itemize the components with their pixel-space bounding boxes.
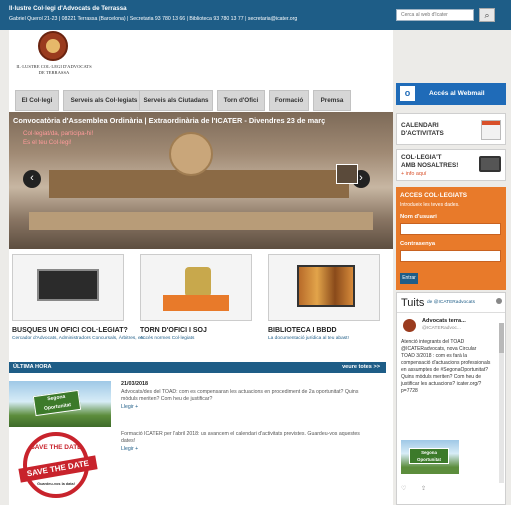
- share-icon[interactable]: ⇪: [421, 485, 426, 492]
- card-title-biblioteca[interactable]: BIBLIOTECA I BBDD: [268, 327, 337, 334]
- tab-el-collegi[interactable]: El Col·legi: [15, 90, 59, 111]
- card-sub-biblioteca: La documentació jurídica al teu abast!: [268, 336, 349, 341]
- login-title: ACCES COL·LEGIATS: [400, 192, 467, 199]
- news-date: 21/03/2018: [121, 381, 148, 387]
- join-more-link[interactable]: + info aquí: [401, 170, 426, 178]
- see-all-link[interactable]: veure totes >>: [342, 364, 380, 370]
- tweet-author[interactable]: Advocats terra...: [422, 318, 466, 324]
- stamp-bottom-text: Guardeu-vos la data!: [37, 482, 75, 486]
- tab-torn-ofici[interactable]: Torn d'Ofici: [217, 90, 265, 111]
- tab-formacio[interactable]: Formació: [269, 90, 309, 111]
- stamp-top-text: SAVE THE DATE: [30, 444, 82, 451]
- join-box[interactable]: COL·LEGIA'T AMB NOSALTRES! + info aquí: [396, 149, 506, 181]
- top-bar: Il·lustre Col·legi d'Advocats de Terrass…: [0, 0, 511, 30]
- college-logo[interactable]: [38, 31, 68, 61]
- org-name: Il·lustre Col·legi d'Advocats de Terrass…: [9, 5, 127, 12]
- prev-slide-button[interactable]: ‹: [23, 170, 41, 188]
- username-input[interactable]: [400, 223, 501, 235]
- tweets-title: Tuits: [401, 297, 425, 309]
- news-text-1: Advocats/des del TOAD: com es compensara…: [121, 389, 359, 402]
- news-image-segona-oportunitat[interactable]: Segona Oportunitat: [9, 381, 111, 427]
- card-sub-torn: Accés normes Col·legiats: [140, 336, 195, 341]
- password-input[interactable]: [400, 250, 501, 262]
- page: Il·lustre Col·legi d'Advocats de Terrass…: [0, 0, 511, 505]
- card-title-ofici[interactable]: BUSQUES UN OFICI COL·LEGIAT?: [12, 327, 128, 334]
- tab-serveis-collegiats[interactable]: Serveis als Col·legiats: [63, 90, 145, 111]
- tweet-text: Atenció integrants del TOAD @ICATERadvoc…: [401, 339, 491, 394]
- news-readmore-2[interactable]: Llegir +: [121, 446, 138, 452]
- books-icon: [297, 265, 355, 307]
- join-line2: AMB NOSALTRES!: [401, 162, 459, 169]
- calendar-label: CALENDARI D'ACTIVITATS: [401, 122, 444, 137]
- ultima-hora-header: ÚLTIMA HORA veure totes >>: [9, 362, 386, 373]
- login-box: ACCES COL·LEGIATS Introdueix les teves d…: [396, 187, 506, 290]
- news-image-save-the-date[interactable]: SAVE THE DATE SAVE THE DATE Guardeu-vos …: [9, 430, 111, 502]
- laptop-icon: [37, 269, 99, 301]
- folder-icon: [163, 295, 229, 311]
- tab-premsa[interactable]: Premsa: [313, 90, 351, 111]
- slide-subtitle-2: Es el teu Col·legi!: [23, 139, 72, 146]
- hero-slider[interactable]: Convocatòria d'Assemblea Ordinària | Ext…: [9, 112, 393, 249]
- laptop-icon: [479, 156, 501, 172]
- login-subtitle: Introdueix les teves dades.: [400, 202, 460, 208]
- username-label: Nom d'usuari: [400, 214, 437, 220]
- ultima-hora-title: ÚLTIMA HORA: [13, 364, 52, 370]
- card-image-torn[interactable]: [140, 254, 252, 321]
- magnifier-icon: ⌕: [484, 10, 490, 20]
- slide-image-seats: [29, 212, 373, 230]
- card-image-ofici[interactable]: [12, 254, 124, 321]
- divider: [397, 312, 505, 313]
- padlock-icon: [185, 267, 211, 297]
- login-button[interactable]: Entrar: [400, 273, 418, 284]
- webmail-label: Accés al Webmail: [429, 90, 485, 97]
- card-sub-ofici: Cercador d'Advocats, Administradors Conc…: [12, 336, 146, 341]
- slide-title[interactable]: Convocatòria d'Assemblea Ordinària | Ext…: [13, 116, 325, 125]
- join-line1: COL·LEGIA'T: [401, 154, 442, 161]
- news-text-2: Formació ICATER per l'abril 2018: us ava…: [121, 431, 360, 444]
- avatar[interactable]: [403, 319, 416, 332]
- search-button[interactable]: ⌕: [479, 8, 495, 22]
- info-icon[interactable]: [496, 298, 502, 304]
- card-title-torn[interactable]: TORN D'OFICI I SOJ: [140, 327, 207, 334]
- calendar-icon: [481, 120, 501, 140]
- calendar-box[interactable]: CALENDARI D'ACTIVITATS: [396, 113, 506, 145]
- logo-text-line1: IL·LUSTRE COL·LEGI D'ADVOCATS: [16, 64, 92, 69]
- search-input[interactable]: [396, 9, 474, 21]
- outlook-icon: o: [400, 86, 415, 101]
- news-readmore-1[interactable]: Llegir +: [121, 404, 138, 410]
- scrollbar-thumb[interactable]: [499, 323, 504, 353]
- chevron-right-icon: ›: [359, 172, 363, 184]
- slide-thumbnail[interactable]: [336, 164, 358, 184]
- tab-serveis-ciutadans[interactable]: Serveis als Ciutadans: [139, 90, 213, 111]
- main-nav: El Col·legi Serveis als Col·legiats Serv…: [9, 90, 393, 112]
- like-icon[interactable]: ♡: [401, 485, 406, 492]
- chevron-left-icon: ‹: [30, 172, 34, 184]
- tweet-handle[interactable]: @ICATERadvoc...: [422, 326, 461, 331]
- logo-text-line2: DE TERRASSA: [38, 70, 70, 75]
- card-image-biblioteca[interactable]: [268, 254, 380, 321]
- slide-image-seal: [169, 132, 213, 176]
- slide-subtitle: Col·legiat/da, participa-hi!: [23, 130, 94, 137]
- tweets-by[interactable]: de @ICATERadvocats: [427, 300, 475, 305]
- twitter-widget: Tuits de @ICATERadvocats Advocats terra.…: [396, 292, 506, 505]
- stamp-band: SAVE THE DATE: [18, 455, 98, 483]
- save-the-date-stamp: SAVE THE DATE SAVE THE DATE Guardeu-vos …: [18, 432, 98, 498]
- tweet-image-sign: Segona Oportunitat: [409, 448, 449, 464]
- road-sign: Segona Oportunitat: [32, 389, 82, 417]
- webmail-button[interactable]: o Accés al Webmail: [396, 83, 506, 105]
- tweet-image[interactable]: Segona Oportunitat: [401, 440, 459, 474]
- contact-info: Gabriel Querol 21-23 | 08221 Terrassa (B…: [9, 16, 298, 22]
- password-label: Contrasenya: [400, 241, 436, 247]
